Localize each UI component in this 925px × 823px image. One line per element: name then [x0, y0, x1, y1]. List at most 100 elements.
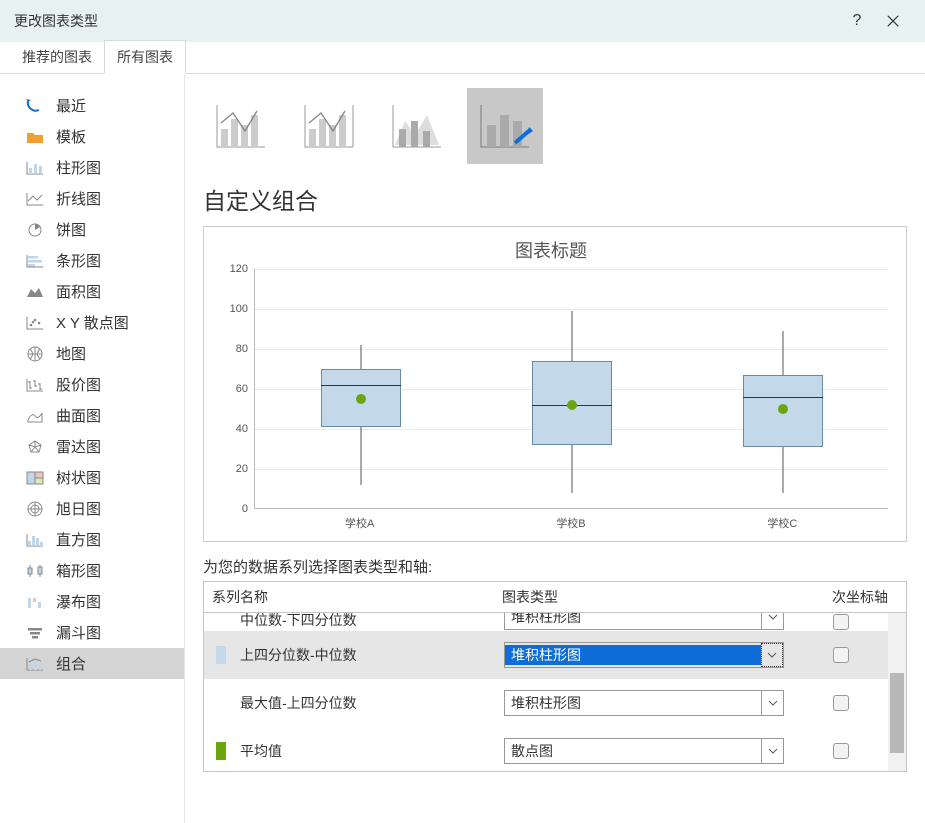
- select-value: 堆积柱形图: [505, 645, 761, 665]
- table-row[interactable]: 上四分位数-中位数 堆积柱形图: [204, 631, 906, 679]
- chart-plot: [254, 269, 888, 509]
- sidebar-item-label: X Y 散点图: [56, 312, 129, 333]
- chart-type-select[interactable]: 堆积柱形图: [504, 613, 784, 630]
- sidebar-item-label: 饼图: [56, 219, 86, 240]
- line-chart-icon: [24, 189, 46, 209]
- x-tick-label: 学校C: [677, 509, 888, 531]
- sidebar-item-templates[interactable]: 模板: [0, 121, 184, 152]
- secondary-axis-checkbox[interactable]: [833, 743, 849, 759]
- table-row[interactable]: 最大值-上四分位数 堆积柱形图: [204, 679, 906, 727]
- secondary-axis-checkbox[interactable]: [833, 647, 849, 663]
- sidebar-item-recent[interactable]: 最近: [0, 90, 184, 121]
- sidebar-item-funnel[interactable]: 漏斗图: [0, 617, 184, 648]
- y-tick-label: 0: [242, 503, 248, 515]
- sidebar-item-scatter[interactable]: X Y 散点图: [0, 307, 184, 338]
- help-button[interactable]: ?: [839, 3, 875, 39]
- pie-chart-icon: [24, 220, 46, 240]
- y-axis: 020406080100120: [214, 269, 254, 509]
- close-button[interactable]: [875, 3, 911, 39]
- chart-type-select[interactable]: 堆积柱形图: [504, 642, 784, 668]
- sidebar-item-label: 雷达图: [56, 436, 101, 457]
- series-name: 平均值: [240, 741, 504, 761]
- combo-subtype-1[interactable]: [203, 88, 279, 164]
- select-value: 堆积柱形图: [505, 613, 761, 627]
- boxwhisker-chart-icon: [24, 561, 46, 581]
- sidebar-item-combo[interactable]: 组合: [0, 648, 184, 679]
- sidebar-item-label: 旭日图: [56, 498, 101, 519]
- y-tick-label: 60: [236, 383, 248, 395]
- combo-thumb-icon: [213, 101, 269, 151]
- surface-chart-icon: [24, 406, 46, 426]
- sidebar-item-treemap[interactable]: 树状图: [0, 462, 184, 493]
- sidebar-item-line[interactable]: 折线图: [0, 183, 184, 214]
- sidebar-item-map[interactable]: 地图: [0, 338, 184, 369]
- legend-swatch: [216, 646, 226, 664]
- sidebar-item-label: 组合: [56, 653, 86, 674]
- sidebar-item-sunburst[interactable]: 旭日图: [0, 493, 184, 524]
- sidebar-item-boxwhisker[interactable]: 箱形图: [0, 555, 184, 586]
- chevron-down-icon: [761, 613, 783, 629]
- sidebar-item-label: 树状图: [56, 467, 101, 488]
- chart-type-select[interactable]: 堆积柱形图: [504, 690, 784, 716]
- scrollbar[interactable]: [888, 613, 906, 771]
- combo-subtype-custom[interactable]: [467, 88, 543, 164]
- sidebar-item-histogram[interactable]: 直方图: [0, 524, 184, 555]
- sidebar-item-radar[interactable]: 雷达图: [0, 431, 184, 462]
- combo-thumb-icon: [301, 101, 357, 151]
- sidebar-item-label: 条形图: [56, 250, 101, 271]
- legend-swatch: [216, 613, 226, 630]
- sidebar-item-label: 地图: [56, 343, 86, 364]
- tab-all[interactable]: 所有图表: [104, 40, 186, 74]
- histogram-chart-icon: [24, 530, 46, 550]
- area-chart-icon: [24, 282, 46, 302]
- chevron-down-icon: [761, 643, 783, 667]
- secondary-axis-checkbox[interactable]: [833, 614, 849, 630]
- instruction-label: 为您的数据系列选择图表类型和轴:: [203, 556, 907, 577]
- close-icon: [886, 14, 900, 28]
- combo-subtype-3[interactable]: [379, 88, 455, 164]
- sidebar-item-area[interactable]: 面积图: [0, 276, 184, 307]
- box-whisker-item: [532, 269, 612, 509]
- combo-subtype-2[interactable]: [291, 88, 367, 164]
- scrollbar-thumb[interactable]: [890, 673, 904, 753]
- sidebar-item-label: 柱形图: [56, 157, 101, 178]
- sidebar-item-stock[interactable]: 股价图: [0, 369, 184, 400]
- legend-swatch: [216, 742, 226, 760]
- series-name: 中位数-下四分位数: [240, 613, 504, 630]
- select-value: 堆积柱形图: [505, 693, 761, 713]
- treemap-chart-icon: [24, 468, 46, 488]
- section-title: 自定义组合: [203, 182, 907, 216]
- bar-chart-icon: [24, 251, 46, 271]
- sidebar-item-waterfall[interactable]: 瀑布图: [0, 586, 184, 617]
- table-row[interactable]: 中位数-下四分位数 堆积柱形图: [204, 613, 906, 631]
- chart-title: 图表标题: [214, 237, 888, 263]
- chart-type-select[interactable]: 散点图: [504, 738, 784, 764]
- sidebar-item-pie[interactable]: 饼图: [0, 214, 184, 245]
- x-tick-label: 学校B: [465, 509, 676, 531]
- x-axis: 学校A学校B学校C: [254, 509, 888, 531]
- table-row[interactable]: 平均值 散点图: [204, 727, 906, 771]
- sidebar-item-label: 曲面图: [56, 405, 101, 426]
- sidebar-item-label: 瀑布图: [56, 591, 101, 612]
- templates-icon: [24, 127, 46, 147]
- sidebar-item-label: 箱形图: [56, 560, 101, 581]
- sidebar-item-surface[interactable]: 曲面图: [0, 400, 184, 431]
- box-whisker-item: [743, 269, 823, 509]
- combo-chart-icon: [24, 654, 46, 674]
- y-tick-label: 40: [236, 423, 248, 435]
- sidebar-item-bar[interactable]: 条形图: [0, 245, 184, 276]
- chevron-down-icon: [761, 739, 783, 763]
- y-tick-label: 100: [230, 303, 248, 315]
- sunburst-chart-icon: [24, 499, 46, 519]
- col-header-name: 系列名称: [204, 582, 494, 612]
- secondary-axis-checkbox[interactable]: [833, 695, 849, 711]
- waterfall-chart-icon: [24, 592, 46, 612]
- legend-swatch: [216, 694, 226, 712]
- series-table-header: 系列名称 图表类型 次坐标轴: [204, 582, 906, 613]
- tab-recommended[interactable]: 推荐的图表: [10, 41, 104, 73]
- chart-preview[interactable]: 图表标题 020406080100120 学校A学校B学校C: [203, 226, 907, 542]
- scatter-chart-icon: [24, 313, 46, 333]
- select-value: 散点图: [505, 741, 761, 761]
- funnel-chart-icon: [24, 623, 46, 643]
- sidebar-item-column[interactable]: 柱形图: [0, 152, 184, 183]
